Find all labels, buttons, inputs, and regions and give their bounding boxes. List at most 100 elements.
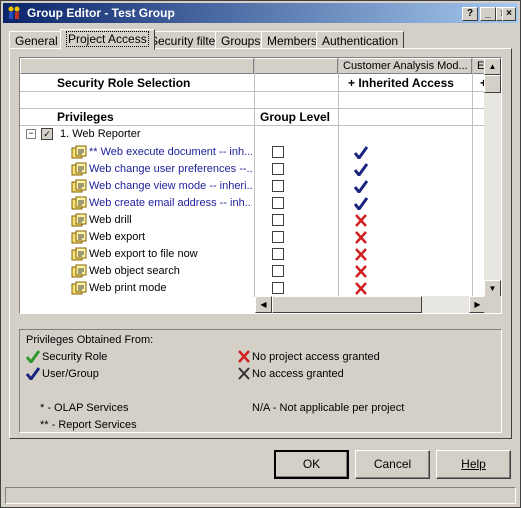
blue-check-icon [26,367,40,380]
red-cross-icon [355,265,367,278]
table-row[interactable]: Web change user preferences --... [20,161,485,178]
green-check-icon [26,350,40,363]
legend-title: Privileges Obtained From: [26,334,154,346]
group-editor-icon [8,6,20,19]
tab-label: Authentication [322,34,399,48]
security-role-selection-label: Security Role Selection [57,76,191,90]
black-cross-icon [238,367,250,380]
help-button[interactable]: Help [436,450,511,479]
privilege-icon [71,247,87,261]
red-cross-icon [355,214,367,227]
ok-button[interactable]: OK [274,450,349,479]
tab-security-filter[interactable]: Security filter [144,31,226,49]
group-level-checkbox[interactable] [272,197,284,209]
close-button[interactable]: × [502,7,516,21]
group-level-checkbox[interactable] [272,214,284,226]
group-checkbox[interactable]: ✓ [41,128,53,140]
group-level-checkbox[interactable] [272,146,284,158]
blue-check-icon [354,197,368,210]
privilege-icon [71,264,87,278]
grid-header-blank [20,58,254,74]
tab-general[interactable]: General [9,31,64,49]
group-level-checkbox[interactable] [272,180,284,192]
grid-header-blank-2 [254,58,338,74]
tab-members[interactable]: Members [261,31,324,49]
vertical-scroll-thumb[interactable] [484,75,501,93]
table-row[interactable]: Web export [20,229,485,246]
privilege-icon [71,281,87,295]
table-row[interactable]: Web print mode [20,280,485,297]
scroll-left-button[interactable]: ◀ [255,296,272,313]
privilege-icon [71,179,87,193]
legend-security-role: Security Role [42,351,108,363]
privilege-label: Web change view mode -- inheri... [89,180,252,192]
table-row[interactable]: Web change view mode -- inheri... [20,178,485,195]
table-row[interactable]: ** Web execute document -- inh... [20,144,485,161]
legend-olap: * - OLAP Services [40,402,129,414]
legend-box: Privileges Obtained From: Security Role … [19,329,502,433]
tab-label: Security filter [150,34,220,48]
privilege-icon [71,196,87,210]
table-row[interactable]: Web create email address -- inh... [20,195,485,212]
privileges-label: Privileges [57,110,114,124]
group-level-checkbox[interactable] [272,265,284,277]
group-level-checkbox[interactable] [272,231,284,243]
tab-groups[interactable]: Groups [215,31,267,49]
tab-project-access[interactable]: Project Access [60,29,155,50]
privilege-label: ** Web execute document -- inh... [89,146,252,158]
tab-label: Project Access [66,31,149,47]
cancel-button[interactable]: Cancel [355,450,430,479]
legend-user-group: User/Group [42,368,99,380]
row-divider [20,108,485,109]
status-bar [5,487,516,504]
privilege-label: Web print mode [89,282,167,294]
blue-check-icon [354,180,368,193]
tab-label: Members [267,34,318,48]
row-divider [20,125,485,126]
group-level-checkbox[interactable] [272,248,284,260]
vertical-scrollbar[interactable]: ▲ ▼ [484,58,501,297]
legend-report: ** - Report Services [40,419,137,431]
tab-label: Groups [221,34,261,48]
help-button-label: Help [461,457,486,471]
table-row[interactable]: Web object search [20,263,485,280]
scroll-up-button[interactable]: ▲ [484,58,501,75]
table-row[interactable]: Web export to file now [20,246,485,263]
help-title-button[interactable]: ? [462,7,478,21]
table-row[interactable]: Web drill [20,212,485,229]
group-editor-window: Group Editor - Test Group ? _ □ × Genera… [0,0,521,508]
project-column-header[interactable]: Customer Analysis Mod... [338,58,472,74]
blue-check-icon [354,163,368,176]
privileges-grid: Customer Analysis Mod... Er Security Rol… [19,57,502,314]
group-level-checkbox[interactable] [272,163,284,175]
tab-label: General [15,34,58,48]
scroll-down-button[interactable]: ▼ [484,280,501,297]
privilege-icon [71,145,87,159]
red-cross-icon [238,350,250,363]
privilege-label: Web export [89,231,146,243]
collapse-toggle[interactable]: − [26,129,36,139]
horizontal-scrollbar[interactable]: ◀ ▶ [255,296,486,313]
privilege-label: Web change user preferences --... [89,163,252,175]
privilege-label: Web drill [89,214,132,226]
legend-no-access: No access granted [252,368,344,380]
group-level-checkbox[interactable] [272,282,284,294]
title-bar[interactable]: Group Editor - Test Group ? _ □ × [3,3,518,23]
privilege-icon [71,213,87,227]
group-name: 1. Web Reporter [60,128,141,140]
row-divider [20,91,485,92]
legend-no-project-access: No project access granted [252,351,380,363]
blue-check-icon [354,146,368,159]
horizontal-scroll-thumb[interactable] [272,296,422,313]
project-access-panel: Customer Analysis Mod... Er Security Rol… [9,48,512,439]
inherited-access-label: + Inherited Access [348,76,454,90]
red-cross-icon [355,231,367,244]
privilege-label: Web export to file now [89,248,198,260]
privilege-label: Web object search [89,265,180,277]
legend-na: N/A - Not applicable per project [252,402,405,414]
tab-authentication[interactable]: Authentication [316,31,405,49]
scroll-corner [484,296,501,313]
privilege-icon [71,230,87,244]
minimize-button[interactable]: _ [480,7,496,21]
grid-viewport: Customer Analysis Mod... Er Security Rol… [20,58,485,297]
